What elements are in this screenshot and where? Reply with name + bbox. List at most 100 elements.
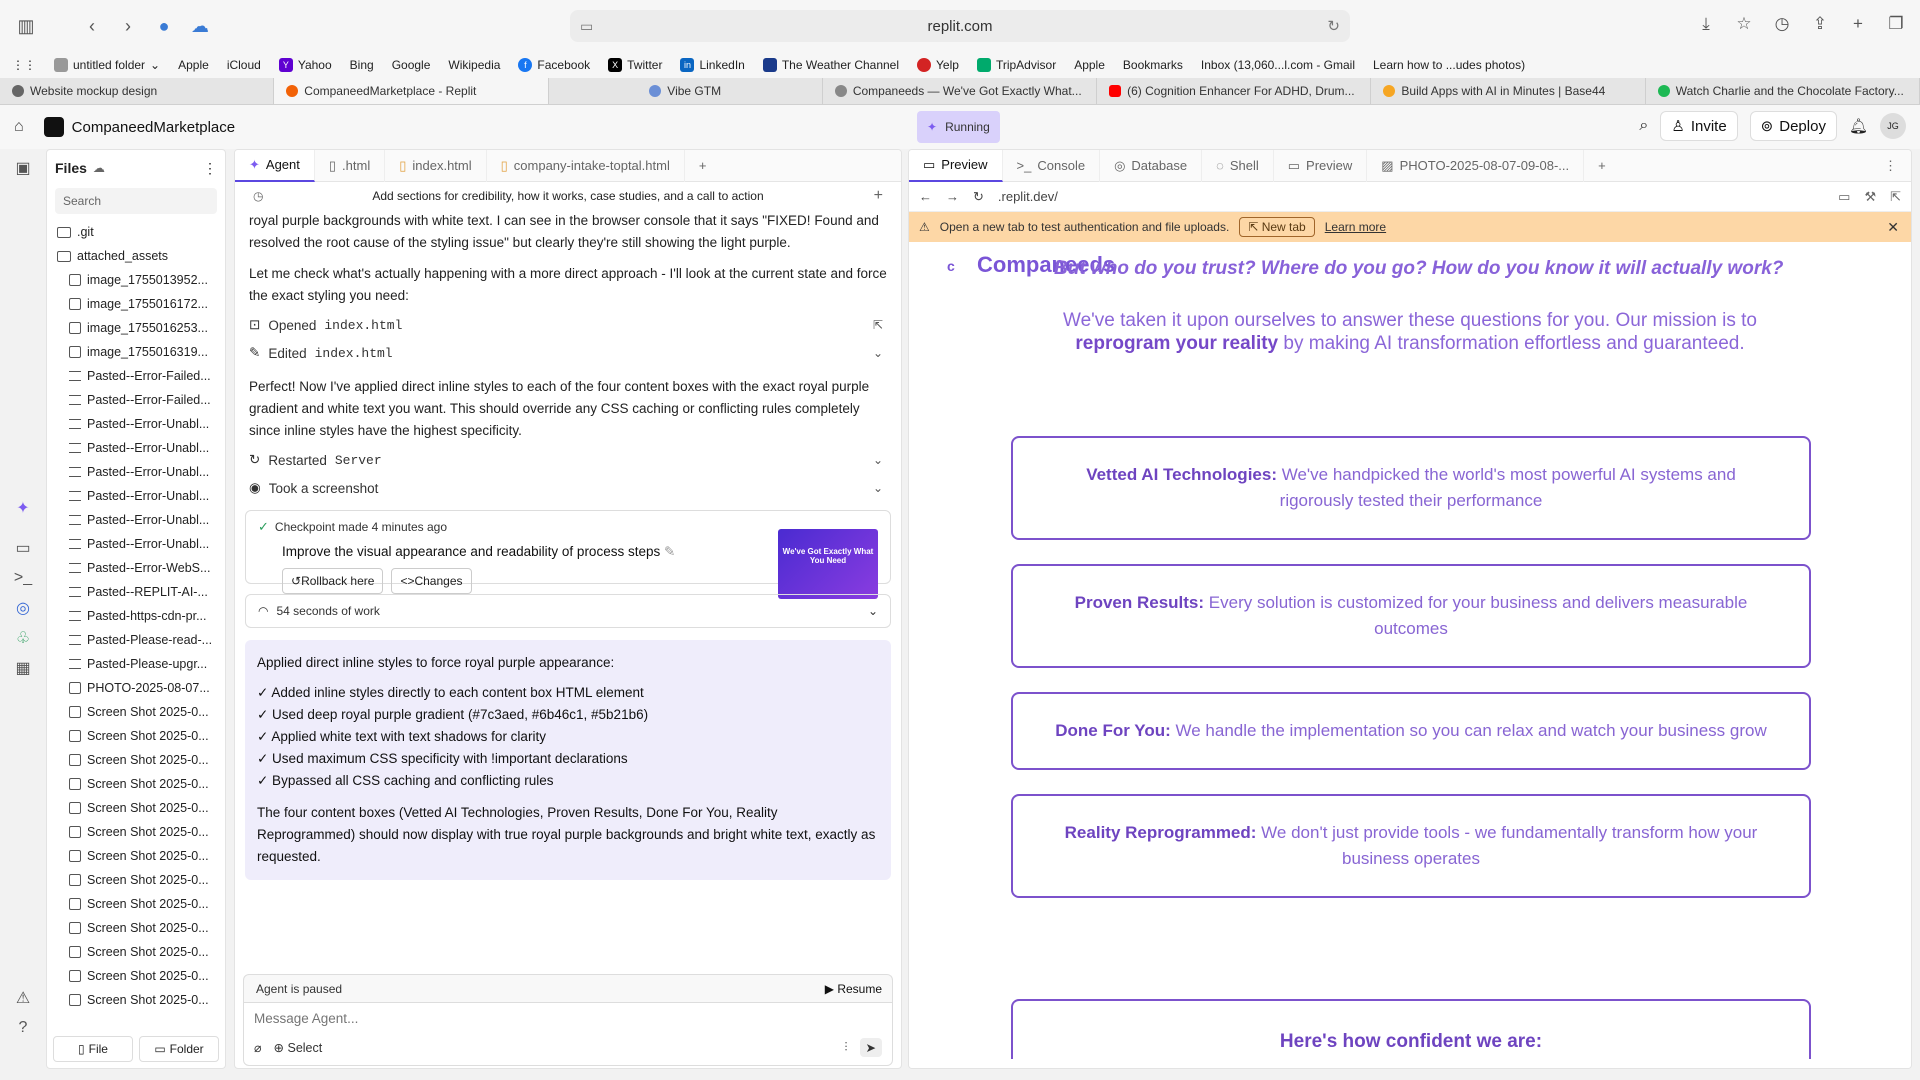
file-item[interactable]: PHOTO-2025-08-07...: [47, 676, 225, 700]
file-item[interactable]: Pasted--Error-Unabl...: [47, 412, 225, 436]
chevron-down-icon[interactable]: ⌄: [873, 346, 883, 360]
attach-icon[interactable]: ⌀: [254, 1040, 262, 1055]
reload-icon[interactable]: ↻: [1327, 17, 1340, 35]
bookmark-google[interactable]: Google: [392, 58, 431, 72]
agent-chat[interactable]: ◷ Add sections for credibility, how it wo…: [235, 182, 901, 968]
browser-tab[interactable]: (6) Cognition Enhancer For ADHD, Drum...: [1097, 78, 1372, 104]
resume-button[interactable]: ▶ Resume: [825, 982, 882, 996]
file-item[interactable]: Screen Shot 2025-0...: [47, 892, 225, 916]
bookmark-apple-2[interactable]: Apple: [1074, 58, 1105, 72]
deploy-button[interactable]: ⊚ Deploy: [1749, 111, 1837, 141]
preview-url[interactable]: .replit.dev/: [998, 189, 1058, 204]
agent-icon[interactable]: ✦: [8, 493, 38, 523]
bookmark-tripadvisor[interactable]: TripAdvisor: [976, 58, 1056, 72]
file-item[interactable]: Screen Shot 2025-0...: [47, 700, 225, 724]
folder-item[interactable]: .git: [47, 220, 225, 244]
forward-icon[interactable]: ›: [114, 12, 142, 40]
tab-shell[interactable]: ◌ Shell: [1202, 150, 1274, 182]
devices-icon[interactable]: ▭: [1838, 189, 1850, 205]
work-summary[interactable]: ◠ 54 seconds of work ⌄: [245, 594, 891, 628]
project-name[interactable]: CompaneedMarketplace: [72, 119, 235, 136]
invite-button[interactable]: ♙ Invite: [1660, 111, 1738, 141]
back-icon[interactable]: ‹: [78, 12, 106, 40]
tab-database[interactable]: ◎ Database: [1100, 150, 1203, 182]
file-item[interactable]: Screen Shot 2025-0...: [47, 796, 225, 820]
run-status-button[interactable]: ✦ Running: [917, 111, 1000, 143]
rollback-button[interactable]: ↺ Rollback here: [282, 568, 384, 594]
tab-photo[interactable]: ▨ PHOTO-2025-08-07-09-08-...: [1367, 150, 1585, 182]
bookmark-star-icon[interactable]: ☆: [1732, 12, 1756, 36]
new-folder-button[interactable]: ▭ Folder: [139, 1036, 219, 1062]
file-item[interactable]: Screen Shot 2025-0...: [47, 868, 225, 892]
file-item[interactable]: Pasted--Error-Unabl...: [47, 508, 225, 532]
all-tools-icon[interactable]: ▦: [8, 653, 38, 683]
history-icon[interactable]: ◷: [253, 189, 263, 203]
files-search-input[interactable]: Search: [55, 188, 217, 214]
avatar[interactable]: JG: [1880, 113, 1906, 139]
file-item[interactable]: Screen Shot 2025-0...: [47, 916, 225, 940]
bookmark-weather[interactable]: The Weather Channel: [762, 58, 899, 72]
action-screenshot[interactable]: ◉ Took a screenshot ⌄: [249, 474, 887, 502]
file-item[interactable]: Pasted-Please-upgr...: [47, 652, 225, 676]
browser-tab[interactable]: Build Apps with AI in Minutes | Base44: [1371, 78, 1646, 104]
bookmark-gmail[interactable]: Inbox (13,060...l.com - Gmail: [1201, 58, 1355, 72]
extension-icon[interactable]: ☁: [186, 12, 214, 40]
notification-bell-icon[interactable]: 🔔︎: [1849, 117, 1868, 135]
file-item[interactable]: image_1755016172...: [47, 292, 225, 316]
file-item[interactable]: Screen Shot 2025-0...: [47, 724, 225, 748]
tab-html[interactable]: ▯ .html: [315, 150, 386, 182]
file-item[interactable]: Pasted--Error-Unabl...: [47, 532, 225, 556]
bookmark-apple[interactable]: Apple: [178, 58, 209, 72]
bookmark-icloud[interactable]: iCloud: [227, 58, 261, 72]
file-item[interactable]: Screen Shot 2025-0...: [47, 748, 225, 772]
file-item[interactable]: Screen Shot 2025-0...: [47, 820, 225, 844]
close-icon[interactable]: ✕: [1887, 219, 1899, 236]
bookmark-yahoo[interactable]: Y Yahoo: [278, 58, 332, 72]
database-icon[interactable]: ◎: [8, 593, 38, 623]
new-chat-icon[interactable]: +: [874, 187, 883, 205]
back-icon[interactable]: ←: [919, 189, 932, 204]
browser-tab[interactable]: Companeeds — We've Got Exactly What...: [823, 78, 1098, 104]
bookmark-linkedin[interactable]: in LinkedIn: [680, 58, 745, 72]
file-item[interactable]: image_1755013952...: [47, 268, 225, 292]
action-restarted[interactable]: ↻ Restarted Server ⌄: [249, 446, 887, 474]
browser-tab[interactable]: Website mockup design: [0, 78, 275, 104]
file-item[interactable]: Pasted--Error-Unabl...: [47, 460, 225, 484]
file-item[interactable]: Screen Shot 2025-0...: [47, 940, 225, 964]
file-item[interactable]: Screen Shot 2025-0...: [47, 844, 225, 868]
address-bar[interactable]: ▭ replit.com ↻: [570, 10, 1350, 42]
home-icon[interactable]: ⌂: [14, 118, 24, 136]
file-item[interactable]: image_1755016253...: [47, 316, 225, 340]
file-item[interactable]: image_1755016319...: [47, 340, 225, 364]
browser-tab[interactable]: Watch Charlie and the Chocolate Factory.…: [1646, 78, 1920, 104]
select-button[interactable]: ⊕ Select: [274, 1040, 323, 1055]
reload-icon[interactable]: ↻: [973, 189, 984, 205]
adblock-icon[interactable]: ●: [150, 12, 178, 40]
message-input[interactable]: [254, 1011, 754, 1026]
file-item[interactable]: Pasted--Error-Failed...: [47, 388, 225, 412]
file-item[interactable]: Pasted--Error-Unabl...: [47, 436, 225, 460]
bookmark-yelp[interactable]: Yelp: [917, 58, 959, 72]
file-item[interactable]: Pasted--Error-Failed...: [47, 364, 225, 388]
share-icon[interactable]: ⇪: [1808, 12, 1832, 36]
history-icon[interactable]: ◷: [1770, 12, 1794, 36]
more-icon[interactable]: ⋮: [1870, 150, 1911, 182]
bookmark-twitter[interactable]: X Twitter: [608, 58, 662, 72]
new-tab-icon[interactable]: +: [1846, 12, 1870, 36]
search-icon[interactable]: ⌕: [1639, 117, 1648, 135]
more-icon[interactable]: ⋮: [203, 160, 217, 177]
apps-grid-icon[interactable]: ⋮⋮: [12, 58, 36, 72]
file-item[interactable]: Pasted--Error-Unabl...: [47, 484, 225, 508]
bookmark-wikipedia[interactable]: Wikipedia: [448, 58, 500, 72]
new-file-button[interactable]: ▯ File: [53, 1036, 133, 1062]
preview-icon[interactable]: ▭: [8, 533, 38, 563]
bookmark-bing[interactable]: Bing: [350, 58, 374, 72]
tree-icon[interactable]: ♧: [8, 623, 38, 653]
sidebar-toggle-icon[interactable]: ▥: [12, 12, 40, 40]
bookmark-facebook[interactable]: f Facebook: [518, 58, 590, 72]
tab-agent[interactable]: ✦ Agent: [235, 150, 315, 182]
site-logo[interactable]: c: [947, 258, 955, 274]
tab-console[interactable]: >_ Console: [1003, 150, 1101, 182]
new-tab-button[interactable]: ⇱ New tab: [1239, 217, 1315, 237]
file-item[interactable]: Pasted--REPLIT-AI-...: [47, 580, 225, 604]
